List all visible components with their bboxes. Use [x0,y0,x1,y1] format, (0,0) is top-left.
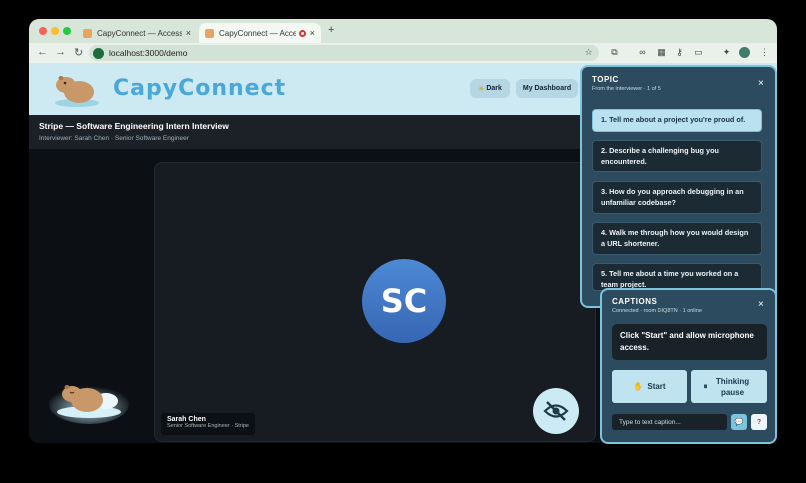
camera-toggle-button[interactable] [533,388,579,434]
capybara-logo-icon [55,76,99,107]
password-key-icon[interactable]: ⚷ [674,47,685,58]
captions-connection-status: Connected · room DIQ8TN · 1 online [612,308,702,314]
interview-title: Stripe — Software Engineering Intern Int… [39,121,229,131]
link-icon[interactable]: ∞ [637,47,648,58]
address-toolbar: ← → ↻ localhost:3000/demo ☆ ⧉ ∞ ▦ ⚷ ▭ ✦ … [29,43,777,63]
qr-code-icon[interactable]: ▦ [656,47,667,58]
browser-tab-2[interactable]: CapyConnect — Accessib × [199,23,321,43]
capybara-mascot-icon [49,384,129,424]
topic-question-4[interactable]: 4. Walk me through how you would design … [592,222,762,255]
close-tab-icon[interactable]: × [186,28,191,38]
new-tab-button[interactable]: + [328,24,334,36]
thinking-pause-label: Thinking pause [715,376,750,397]
close-topic-panel-icon[interactable]: × [758,78,764,89]
start-label: Start [647,382,666,391]
close-captions-panel-icon[interactable]: × [758,299,764,310]
theme-toggle-label: Dark [486,85,502,92]
reading-mode-icon[interactable]: ▭ [693,47,704,58]
kebab-menu-icon[interactable]: ⋮ [759,47,770,58]
brand-title[interactable]: CapyConnect [113,76,286,101]
capybara-favicon-icon [205,28,214,38]
puzzle-extension-icon[interactable]: ✦ [721,47,732,58]
capybara-favicon-icon [83,28,92,38]
interviewer-subtitle: Interviewer: Sarah Chen · Senior Softwar… [39,135,189,142]
forward-button[interactable]: → [55,46,66,58]
sun-icon: ☀ [478,85,485,93]
tab-title: CapyConnect — Accessible I [97,28,182,38]
my-dashboard-button[interactable]: My Dashboard [516,79,578,98]
extensions-icon[interactable]: ⧉ [609,47,620,58]
minimize-window-button[interactable] [51,27,59,35]
pause-icon: ⏸ [703,382,708,391]
theme-toggle-button[interactable]: ☀ Dark [470,79,510,98]
bookmark-star-icon[interactable]: ☆ [583,47,594,58]
participant-nametag: Sarah Chen Senior Software Engineer · St… [161,413,255,435]
chat-bubble-icon: 💬 [734,419,744,426]
topic-question-2[interactable]: 2. Describe a challenging bug you encoun… [592,140,762,172]
tab-title: CapyConnect — Accessib [219,28,296,38]
back-button[interactable]: ← [37,46,48,58]
topic-question-5[interactable]: 5. Tell me about a time you worked on a … [592,263,762,291]
topic-panel: TOPIC From the interviewer · 1 of 5 × 1.… [580,65,777,308]
help-button[interactable]: ? [751,414,767,430]
send-caption-button[interactable]: 💬 [731,414,747,430]
address-bar[interactable]: localhost:3000/demo [89,45,599,61]
close-tab-icon[interactable]: × [310,28,315,38]
captions-panel: CAPTIONS Connected · room DIQ8TN · 1 onl… [600,288,777,444]
participant-name: Sarah Chen [167,416,206,423]
topic-panel-subtitle: From the interviewer · 1 of 5 [592,86,661,92]
site-info-icon[interactable] [93,47,104,59]
captions-message: Click "Start" and allow microphone acces… [612,324,767,360]
topic-question-3[interactable]: 3. How do you approach debugging in an u… [592,181,762,214]
start-captions-button[interactable]: ✋ Start [612,370,687,403]
close-window-button[interactable] [39,27,47,35]
browser-tab-1[interactable]: CapyConnect — Accessible I × [77,23,197,43]
hand-icon: ✋ [633,382,644,391]
profile-avatar[interactable] [739,47,750,58]
reload-button[interactable]: ↻ [74,46,83,59]
maximize-window-button[interactable] [63,27,71,35]
video-stage: SC Sarah Chen Senior Software Engineer ·… [154,162,596,442]
caption-text-input[interactable]: Type to text caption... [612,414,727,430]
eye-off-icon [543,401,569,421]
captions-panel-title: CAPTIONS [612,297,658,306]
topic-question-1[interactable]: 1. Tell me about a project you're proud … [592,109,762,132]
participant-avatar: SC [362,259,446,343]
participant-role: Senior Software Engineer · Stripe [167,423,249,429]
recording-icon [298,29,306,37]
thinking-pause-button[interactable]: ⏸ Thinking pause [691,370,767,403]
topic-panel-title: TOPIC [592,75,619,84]
tab-bar: CapyConnect — Accessible I × CapyConnect… [29,19,777,43]
url-text: localhost:3000/demo [109,48,188,58]
